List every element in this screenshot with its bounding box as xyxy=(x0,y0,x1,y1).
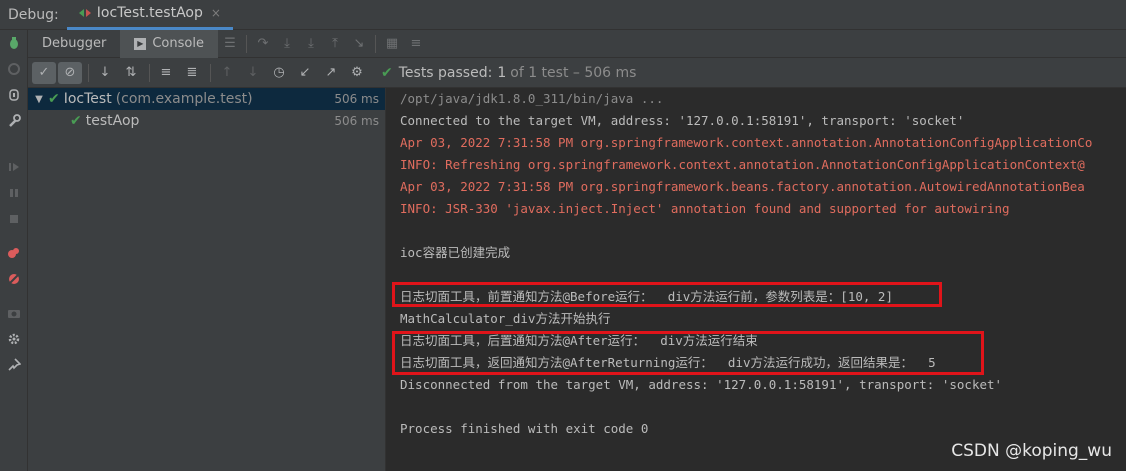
toolbar-separator xyxy=(210,63,211,82)
tab-ioctest-testaop[interactable]: IocTest.testAop × xyxy=(66,0,233,30)
restore-layout-icon[interactable] xyxy=(0,82,28,108)
rerun-icon[interactable] xyxy=(0,56,28,82)
import-tests-icon[interactable]: ↙ xyxy=(293,62,317,84)
console-line: INFO: JSR-330 'javax.inject.Inject' anno… xyxy=(400,201,1010,216)
next-failed-icon[interactable]: ↓ xyxy=(241,62,265,84)
passed-check-icon: ✔ xyxy=(70,113,82,129)
test-tree: ▼ ✔ IocTest (com.example.test) 506 ms ✔ … xyxy=(28,88,386,471)
gear-icon[interactable]: ⚙ xyxy=(345,62,369,84)
debug-label: Debug: xyxy=(8,6,59,23)
status-count: 1 xyxy=(497,64,507,81)
highlight-box-before xyxy=(392,282,942,307)
chevron-down-icon[interactable]: ▼ xyxy=(32,94,46,105)
tree-item-package: (com.example.test) xyxy=(115,91,253,107)
step-out-icon[interactable]: ⤒ xyxy=(323,32,347,56)
show-passed-icon[interactable]: ✓ xyxy=(32,61,56,84)
toolbar-separator xyxy=(245,34,247,53)
export-tests-icon[interactable]: ↗ xyxy=(319,62,343,84)
tree-item-name: testAop xyxy=(85,113,140,129)
tab-console-label: Console xyxy=(152,36,204,51)
menu-icon[interactable]: ☰ xyxy=(218,32,242,56)
status-suffix: of 1 test – 506 ms xyxy=(510,64,637,81)
tree-item-name: IocTest xyxy=(63,91,112,107)
console-line: Process finished with exit code 0 xyxy=(400,421,649,436)
previous-failed-icon[interactable]: ↑ xyxy=(215,62,239,84)
console-line: MathCalculator_div方法开始执行 xyxy=(400,311,611,326)
sort-alpha-icon[interactable]: ↓ xyxy=(93,62,117,84)
console-line: Apr 03, 2022 7:31:58 PM org.springframew… xyxy=(400,179,1085,194)
toolbar-divider xyxy=(0,134,28,154)
tree-item-ioctest[interactable]: ▼ ✔ IocTest (com.example.test) 506 ms xyxy=(28,88,385,110)
left-debug-toolbar xyxy=(0,30,28,471)
expand-all-icon[interactable]: ≡ xyxy=(154,62,178,84)
tab-title: IocTest.testAop xyxy=(96,5,203,21)
console-line: INFO: Refreshing org.springframework.con… xyxy=(400,157,1085,172)
console-line: Disconnected from the target VM, address… xyxy=(400,377,1003,392)
resume-icon[interactable] xyxy=(0,154,28,180)
view-breakpoints-icon[interactable] xyxy=(0,240,28,266)
test-history-icon[interactable]: ◷ xyxy=(267,62,291,84)
tab-debugger-label: Debugger xyxy=(42,36,107,51)
console-icon: ▶ xyxy=(134,37,147,50)
status-prefix: Tests passed: xyxy=(398,64,493,81)
close-icon[interactable]: × xyxy=(211,6,221,20)
collapse-all-icon[interactable]: ≣ xyxy=(180,62,204,84)
pause-icon[interactable] xyxy=(0,180,28,206)
step-into-icon[interactable]: ⤓ xyxy=(275,32,299,56)
tree-item-time: 506 ms xyxy=(334,114,379,128)
test-runner-toolbar: ✓ ⊘ ↓ ⇅ ≡ ≣ ↑ ↓ ◷ ↙ ↗ ⚙ ✔ Tests passed: … xyxy=(28,58,1126,88)
trace-icon[interactable]: ≡ xyxy=(404,32,428,56)
step-over-icon[interactable]: ↷ xyxy=(251,32,275,56)
force-step-into-icon[interactable]: ⤓ xyxy=(299,32,323,56)
passed-check-icon: ✔ xyxy=(381,64,393,81)
sort-duration-icon[interactable]: ⇅ xyxy=(119,62,143,84)
highlight-box-after xyxy=(392,331,984,375)
tree-item-testaop[interactable]: ✔ testAop 506 ms xyxy=(28,110,385,132)
test-status: ✔ Tests passed: 1 of 1 test – 506 ms xyxy=(381,65,636,81)
console-output[interactable]: /opt/java/jdk1.8.0_311/bin/java ... Conn… xyxy=(388,88,1126,471)
tree-item-time: 506 ms xyxy=(334,92,379,106)
toolbar-separator xyxy=(374,34,376,53)
toolbar-separator xyxy=(88,63,89,82)
toolbar-divider xyxy=(0,292,28,300)
console-line: /opt/java/jdk1.8.0_311/bin/java ... xyxy=(400,91,664,106)
mute-breakpoints-icon[interactable] xyxy=(0,266,28,292)
tab-debugger[interactable]: Debugger xyxy=(28,30,120,58)
debug-subtoolbar: Debugger ▶ Console ☰ ↷ ⤓ ⤓ ⤒ ↘ ▦ ≡ xyxy=(28,29,1126,58)
run-config-icon xyxy=(78,9,91,17)
stop-icon[interactable] xyxy=(0,206,28,232)
console-line: Connected to the target VM, address: '12… xyxy=(400,113,965,128)
toolbar-separator xyxy=(149,63,150,82)
debug-tool-window-header: Debug: IocTest.testAop × xyxy=(0,0,1126,30)
watermark: CSDN @koping_wu xyxy=(951,441,1112,461)
bug-icon[interactable] xyxy=(0,30,28,56)
console-line: ioc容器已创建完成 xyxy=(400,245,511,260)
wrench-icon[interactable] xyxy=(0,108,28,134)
camera-icon[interactable] xyxy=(0,300,28,326)
tab-console[interactable]: ▶ Console xyxy=(120,29,218,58)
evaluate-icon[interactable]: ▦ xyxy=(380,32,404,56)
show-ignored-icon[interactable]: ⊘ xyxy=(58,61,82,84)
pin-icon[interactable] xyxy=(0,352,28,378)
settings-icon[interactable] xyxy=(0,326,28,352)
run-to-cursor-icon[interactable]: ↘ xyxy=(347,32,371,56)
toolbar-divider xyxy=(0,232,28,240)
console-line: Apr 03, 2022 7:31:58 PM org.springframew… xyxy=(400,135,1093,150)
passed-check-icon: ✔ xyxy=(48,91,60,107)
